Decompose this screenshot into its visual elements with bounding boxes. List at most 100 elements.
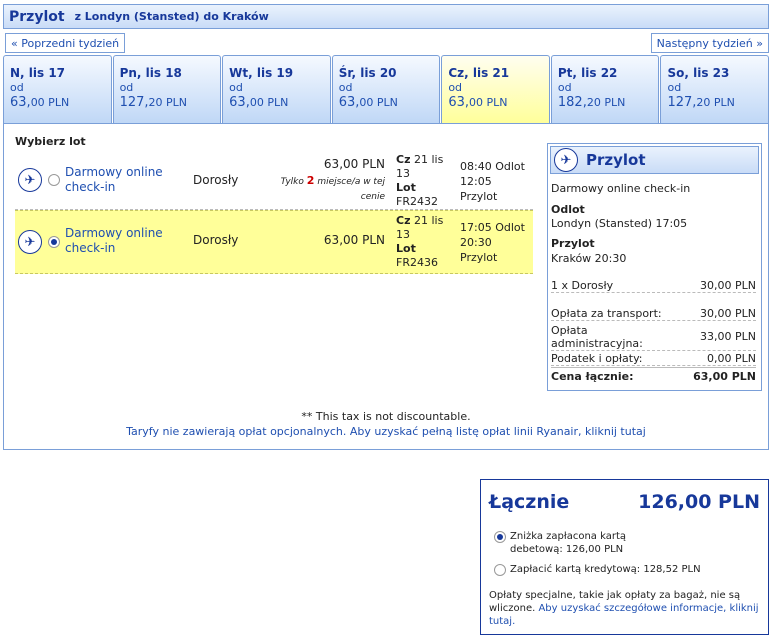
day-tabs: N, lis 17 od 63,00 PLN Pn, lis 18 od 127… <box>3 55 770 124</box>
day-from: od <box>229 81 243 94</box>
day-name: Śr, lis 20 <box>338 66 397 80</box>
day-price: 127,20 PLN <box>120 95 221 110</box>
debit-card-text: Zniżka zapłacona kartą debetową: 126,00 … <box>510 531 626 555</box>
day-price-main: 182, <box>557 95 587 110</box>
arrival-time: 12:05 <box>460 175 492 188</box>
day-price-dec: 00 PLN <box>359 96 398 109</box>
day-tab-3[interactable]: Śr, lis 20 od 63,00 PLN <box>331 55 441 124</box>
passenger-type: Dorosły <box>193 173 239 187</box>
flight-date-info: Cz 21 lis 13 Lot FR2436 <box>396 214 456 270</box>
previous-week-button[interactable]: « Poprzedni tydzień <box>5 33 126 53</box>
arrival-label: Przylot <box>460 251 498 264</box>
credit-card-option[interactable]: Zapłacić kartą kredytową: 128,52 PLN <box>489 563 764 576</box>
day-price-dec: 00 PLN <box>469 96 508 109</box>
summary-transport-label: Opłata za transport: <box>551 307 662 320</box>
summary-dep-value: Londyn (Stansted) 17:05 <box>551 217 688 230</box>
summary-tax-value: 0,00 PLN <box>707 352 756 365</box>
day-from: od <box>667 81 682 94</box>
day-price: 182,20 PLN <box>558 95 659 110</box>
summary-header: ✈ Przylot <box>550 146 759 174</box>
page-header: Przylot z Londyn (Stansted) do Kraków <box>3 4 769 29</box>
day-tab-6[interactable]: So, lis 23 od 127,20 PLN <box>660 55 770 124</box>
credit-card-radio[interactable] <box>494 564 506 576</box>
departure-time: 17:05 Odlot <box>460 221 525 234</box>
day-price: 63,00 PLN <box>339 95 440 110</box>
day-price-dec: 00 PLN <box>249 96 289 109</box>
day-from: od <box>448 81 463 94</box>
day-name: Pn, lis 18 <box>119 66 182 80</box>
debit-card-option[interactable]: Zniżka zapłacona kartą debetową: 126,00 … <box>489 530 764 556</box>
fare-notes: ** This tax is not discountable. Taryfy … <box>3 409 769 439</box>
summary-admin-line: Opłata administracyjna: 33,00 PLN <box>551 323 756 351</box>
summary-dep-label: Odlot <box>551 203 585 216</box>
summary-arr-label: Przylot <box>551 237 595 250</box>
summary-tax-label: Podatek i opłaty: <box>551 352 643 365</box>
day-tab-5[interactable]: Pt, lis 22 od 182,20 PLN <box>550 55 660 124</box>
flight-number: FR2432 <box>396 195 438 208</box>
total-box: Łącznie 126,00 PLN Zniżka zapłacona kart… <box>480 479 769 635</box>
summary-dep-label-text: Odlot <box>551 203 585 216</box>
day-tab-4[interactable]: Cz, lis 21 od 63,00 PLN <box>441 55 550 124</box>
arrival-time: 20:30 <box>460 236 492 249</box>
summary-total-value: 63,00 PLN <box>693 370 756 383</box>
fare-price: 63,00 PLN <box>323 233 385 247</box>
fees-list-link[interactable]: Taryfy nie zawierają opłat opcjonalnych.… <box>3 424 769 439</box>
plane-icon: ✈ <box>18 230 42 254</box>
flight-times: 08:40 Odlot 12:05 Przylot <box>460 159 535 204</box>
day-tab-2[interactable]: Wt, lis 19 od 63,00 PLN <box>222 55 331 124</box>
flight-radio-selected[interactable] <box>48 236 60 248</box>
credit-card-text: Zapłacić kartą kredytową: 128,52 PLN <box>510 564 701 575</box>
summary-tax-line: Podatek i opłaty: 0,00 PLN <box>551 352 756 366</box>
choose-flight-heading: Wybierz lot <box>15 135 86 148</box>
day-from: od <box>557 81 572 94</box>
day-name: N, lis 17 <box>10 66 66 80</box>
summary-transport-line: Opłata za transport: 30,00 PLN <box>551 304 756 321</box>
day-price-main: 127, <box>667 95 697 110</box>
flight-day: Cz <box>396 214 411 227</box>
summary-title: Przylot <box>586 151 646 169</box>
departure-time: 08:40 Odlot <box>460 160 525 173</box>
day-price: 63,00 PLN <box>10 95 111 110</box>
summary-admin-label: Opłata administracyjna: <box>551 324 643 350</box>
flight-lot-label: Lot <box>396 242 416 255</box>
online-checkin-link[interactable]: Darmowy online check-in <box>65 226 175 256</box>
day-tab-0[interactable]: N, lis 17 od 63,00 PLN <box>3 55 112 124</box>
summary-total-line: Cena łącznie: 63,00 PLN <box>551 367 756 383</box>
day-from: od <box>119 81 134 94</box>
flight-row-selected[interactable]: ✈ Darmowy online check-in Dorosły 63,00 … <box>15 210 533 274</box>
summary-pax-label: 1 x Dorosły <box>551 279 614 292</box>
day-price: 63,00 PLN <box>448 95 549 110</box>
flight-date-info: Cz 21 lis 13 Lot FR2432 <box>396 153 456 209</box>
summary-pax-line: 1 x Dorosły 30,00 PLN <box>551 276 756 293</box>
seats-count: 2 <box>306 174 315 187</box>
day-price-main: 127, <box>119 95 149 110</box>
day-name: Pt, lis 22 <box>557 66 618 80</box>
seats-left-note: Tylko 2 miejsce/a w tej cenie <box>263 173 385 205</box>
summary-checkin: Darmowy online check-in <box>551 182 691 195</box>
day-name: Wt, lis 19 <box>229 66 294 80</box>
day-tab-1[interactable]: Pn, lis 18 od 127,20 PLN <box>112 55 222 124</box>
summary-admin-value: 33,00 PLN <box>700 330 756 343</box>
flight-summary: ✈ Przylot Darmowy online check-in Odlot … <box>547 143 762 391</box>
day-price-dec: 20 PLN <box>696 96 735 109</box>
tax-note: ** This tax is not discountable. <box>301 410 471 423</box>
arrival-label: Przylot <box>460 190 498 203</box>
flight-number: FR2436 <box>396 256 438 269</box>
total-value: 126,00 PLN <box>638 491 760 513</box>
next-week-button[interactable]: Następny tydzień » <box>650 33 769 53</box>
flight-times: 17:05 Odlot 20:30 Przylot <box>460 220 535 265</box>
summary-transport-value: 30,00 PLN <box>700 307 756 320</box>
day-price-main: 63, <box>10 95 31 110</box>
passenger-type: Dorosły <box>193 233 239 247</box>
day-price-dec: 00 PLN <box>30 96 70 109</box>
day-price-dec: 20 PLN <box>586 96 626 109</box>
debit-card-radio[interactable] <box>494 531 506 543</box>
summary-total-label: Cena łącznie: <box>551 370 634 383</box>
day-price: 63,00 PLN <box>229 95 330 110</box>
flight-row[interactable]: ✈ Darmowy online check-in Dorosły 63,00 … <box>15 149 535 208</box>
route-subtitle: z Londyn (Stansted) do Kraków <box>74 10 269 23</box>
flight-radio[interactable] <box>48 174 60 186</box>
online-checkin-link[interactable]: Darmowy online check-in <box>65 165 175 195</box>
flight-lot-label: Lot <box>396 181 416 194</box>
day-price-main: 63, <box>448 95 469 110</box>
